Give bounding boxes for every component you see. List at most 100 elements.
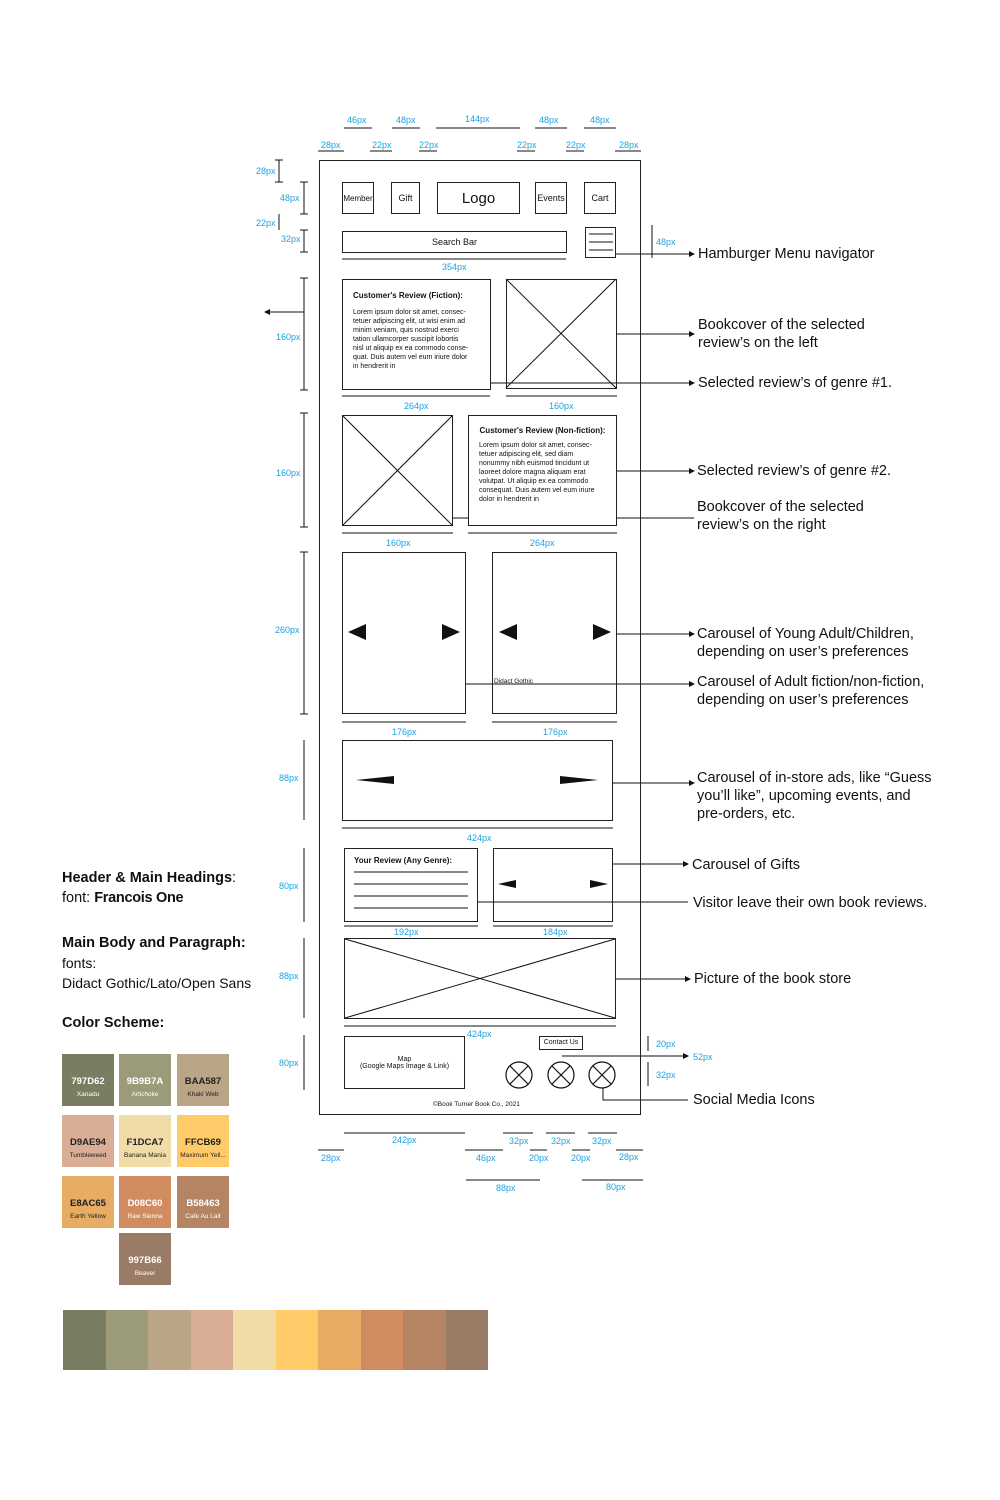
color-name: Beaver — [134, 1270, 156, 1277]
color-hex: 797D62 — [71, 1076, 105, 1087]
dim-top-margin: 28px — [256, 166, 276, 176]
color-name: Earth Yellow — [70, 1213, 106, 1220]
nonfiction-review-card: Customer's Review (Non-fiction): Lorem i… — [468, 415, 617, 526]
member-button[interactable]: Member — [342, 182, 374, 214]
dim-gap-2: 22px — [419, 140, 439, 150]
dim-search-width: 354px — [442, 262, 467, 272]
palette-strip-cell — [190, 1310, 233, 1370]
dim-cover1-width: 160px — [549, 401, 574, 411]
color-swatch-e8ac65: E8AC65 Earth Yellow — [62, 1176, 114, 1228]
color-hex: E8AC65 — [70, 1198, 106, 1209]
dim-review1-width: 264px — [404, 401, 429, 411]
dim-search-height: 32px — [281, 234, 301, 244]
annotation-genre2: Selected review’s of genre #2. — [697, 463, 891, 479]
color-name: Banana Mania — [124, 1152, 166, 1159]
annotation-bookcover-left: Bookcover of the selected review’s on th… — [698, 317, 865, 351]
dim-review2-width: 264px — [530, 538, 555, 548]
fiction-bookcover-image[interactable] — [506, 279, 617, 389]
social-icon-1[interactable] — [506, 1062, 532, 1088]
gift-button[interactable]: Gift — [391, 182, 420, 214]
dim-contact-width: 52px — [693, 1052, 713, 1062]
fiction-review-card: Customer's Review (Fiction): Lorem ipsum… — [342, 279, 491, 390]
dim-events-width: 48px — [539, 115, 559, 125]
legend-fonts-value: Didact Gothic/Lato/Open Sans — [62, 975, 252, 991]
annotation-bookcover-right: Bookcover of the selected review’s on th… — [697, 499, 864, 533]
legend-fonts-label: fonts: — [62, 955, 97, 971]
dim-ads-width: 424px — [467, 833, 492, 843]
color-hex: FFCB69 — [185, 1137, 221, 1148]
search-bar[interactable]: Search Bar — [342, 231, 567, 253]
dim-review-row-height: 80px — [279, 881, 299, 891]
annotation-visitor-reviews: Visitor leave their own book reviews. — [693, 895, 928, 911]
dim-left-margin: 28px — [321, 140, 341, 150]
dim-ads-height: 88px — [279, 773, 299, 783]
events-button[interactable]: Events — [535, 182, 567, 214]
cart-button[interactable]: Cart — [584, 182, 616, 214]
your-review-form[interactable]: Your Review (Any Genre): — [344, 848, 478, 922]
annotation-carousel-adult: Carousel of Adult fiction/non-fiction, d… — [697, 674, 925, 708]
palette-strip-cell — [63, 1310, 106, 1370]
carousel-gifts[interactable] — [493, 848, 613, 922]
palette-strip-cell — [403, 1310, 446, 1370]
color-hex: F1DCA7 — [126, 1137, 164, 1148]
annotation-store-picture: Picture of the book store — [694, 971, 852, 987]
color-name: Cafe Au Lait — [185, 1213, 221, 1220]
color-hex: D08C60 — [127, 1198, 163, 1209]
dim-your-review-width: 192px — [394, 927, 419, 937]
dim-right-margin: 28px — [619, 140, 639, 150]
dim-gap-4: 22px — [566, 140, 586, 150]
annotation-hamburger: Hamburger Menu navigator — [698, 246, 875, 262]
dim-cart-width: 48px — [590, 115, 610, 125]
color-swatch-d9ae94: D9AE94 Tumbleweed — [62, 1115, 114, 1167]
contact-us-button[interactable]: Contact Us — [539, 1036, 583, 1050]
dim-contact-top: 20px — [656, 1039, 676, 1049]
dim-footer-right-margin: 28px — [619, 1152, 639, 1162]
dim-footer-left-margin: 28px — [321, 1153, 341, 1163]
legend-heading-3: Color Scheme: — [62, 1015, 165, 1031]
color-hex: B58463 — [186, 1198, 220, 1209]
color-swatch-d08c60: D08C60 Raw Sienna — [119, 1176, 171, 1228]
dim-gap-3: 22px — [517, 140, 537, 150]
legend-colon: : — [232, 870, 237, 886]
your-review-title: Your Review (Any Genre): — [354, 856, 453, 865]
map-label: Map (Google Maps Image & Link) — [359, 1055, 450, 1070]
carousel-young-adult[interactable] — [342, 552, 466, 714]
dim-logo-width: 144px — [465, 114, 490, 124]
hamburger-menu-button[interactable] — [585, 227, 616, 258]
annotation-social: Social Media Icons — [693, 1092, 815, 1108]
social-icon-2[interactable] — [548, 1062, 574, 1088]
palette-strip-cell — [148, 1310, 191, 1370]
color-swatch-797d62: 797D62 Xanadu — [62, 1054, 114, 1106]
color-swatch-b58463: B58463 Cafe Au Lait — [177, 1176, 229, 1228]
fiction-review-body: Lorem ipsum dolor sit amet, consec- tetu… — [353, 309, 469, 370]
palette-strip-cell — [275, 1310, 318, 1370]
nonfiction-bookcover-image[interactable] — [342, 415, 453, 526]
annotation-genre1: Selected review’s of genre #1. — [698, 375, 892, 391]
dim-icon1-width: 32px — [509, 1136, 529, 1146]
legend-font-label: font: — [62, 890, 95, 906]
dim-footer-80: 80px — [606, 1182, 626, 1192]
color-swatch-ffcb69: FFCB69 Maximum Yell... — [177, 1115, 229, 1167]
dim-map-width: 242px — [392, 1135, 417, 1145]
logo[interactable]: Logo — [437, 182, 520, 214]
social-icon-3[interactable] — [589, 1062, 615, 1088]
carousel-adult[interactable] — [492, 552, 617, 714]
dim-gap-1: 22px — [372, 140, 392, 150]
color-name: Artichoke — [131, 1091, 159, 1098]
palette-strip-cell — [445, 1310, 488, 1370]
dim-footer-88: 88px — [496, 1183, 516, 1193]
dim-header-height: 48px — [280, 193, 300, 203]
color-swatch-9b9b7a: 9B9B7A Artichoke — [119, 1054, 171, 1106]
bookstore-picture — [344, 938, 616, 1019]
dim-footer-gap-2: 20px — [529, 1153, 549, 1163]
dim-cover2-width: 160px — [386, 538, 411, 548]
dim-gift-width: 48px — [396, 115, 416, 125]
color-name: Xanadu — [76, 1091, 100, 1098]
palette-strip — [63, 1310, 488, 1370]
nonfiction-review-title: Customer's Review (Non-fiction): — [479, 426, 606, 435]
color-swatch-997b66: 997B66 Beaver — [119, 1233, 171, 1285]
legend-headings-block: Header & Main Headings: — [62, 870, 236, 886]
map-link[interactable]: Map (Google Maps Image & Link) — [344, 1036, 465, 1089]
dim-store-height: 88px — [279, 971, 299, 981]
carousel-ads[interactable] — [342, 740, 613, 821]
